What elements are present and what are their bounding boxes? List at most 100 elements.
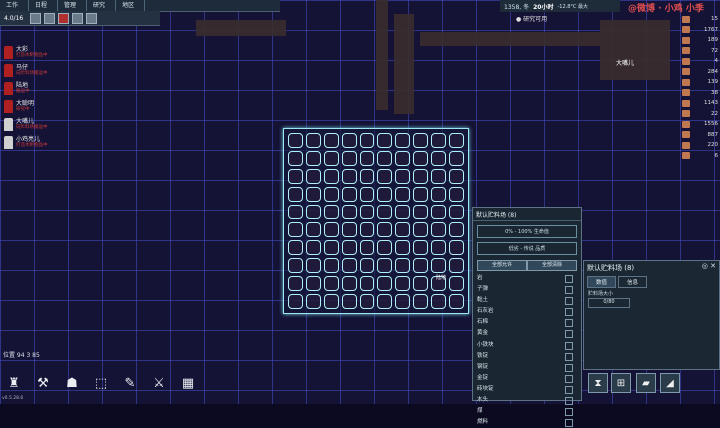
stockpile-cell[interactable] (377, 240, 393, 256)
paint-button[interactable]: ▰ (636, 373, 656, 393)
stockpile-cell[interactable] (288, 204, 303, 220)
speed-1-button[interactable] (44, 12, 56, 24)
item-checkbox[interactable] (565, 308, 573, 317)
stockpile-cell[interactable] (341, 186, 357, 202)
stockpile-cell[interactable] (431, 204, 447, 220)
list-item[interactable]: 石灰岩 (477, 306, 573, 317)
hitpoints-range-slider[interactable]: 0% - 100% 生命值 (477, 225, 577, 238)
stockpile-cell[interactable] (341, 133, 357, 148)
stockpile-cell[interactable] (395, 276, 411, 292)
stockpile-cell[interactable] (359, 276, 375, 292)
resource-row[interactable]: 284 (682, 67, 718, 78)
stockpile-cell[interactable] (395, 240, 411, 256)
resource-row[interactable]: 72 (682, 46, 718, 57)
item-checkbox[interactable] (565, 352, 573, 361)
stockpile-cell[interactable] (323, 222, 339, 238)
craft-icon[interactable]: ⚒ (34, 374, 52, 392)
stockpile-cell[interactable] (323, 168, 339, 184)
list-item[interactable]: 木头 (477, 395, 573, 406)
stockpile-cell[interactable] (305, 276, 321, 292)
stockpile-cell[interactable] (413, 204, 429, 220)
stockpile-cell[interactable] (413, 276, 429, 292)
castle-icon[interactable]: ♜ (5, 374, 23, 392)
stockpile-cell[interactable] (341, 240, 357, 256)
tab-info[interactable]: 信息 (618, 276, 648, 288)
menu-zones[interactable]: 地区 (116, 0, 146, 11)
list-item[interactable]: 金锭 (477, 373, 573, 384)
resource-row[interactable]: 887 (682, 130, 718, 141)
stockpile-cell[interactable] (395, 294, 411, 309)
stockpile-cell[interactable] (288, 168, 303, 184)
research-available[interactable]: ● 研究可用 (516, 14, 547, 23)
quality-range-slider[interactable]: 低劣 - 传说 品质 (477, 242, 577, 255)
item-checkbox[interactable] (565, 363, 573, 372)
stockpile-cell[interactable] (413, 150, 429, 166)
stockpile-cell[interactable] (413, 222, 429, 238)
menu-schedule[interactable]: 日程 (29, 0, 59, 11)
stockpile-cell[interactable] (413, 186, 429, 202)
stockpile-cell[interactable] (288, 133, 303, 148)
stockpile-cell[interactable] (359, 150, 375, 166)
stockpile-cell[interactable] (305, 150, 321, 166)
list-item[interactable]: 煤 (477, 406, 573, 417)
list-item[interactable]: 岩 (477, 273, 573, 284)
stockpile-cell[interactable] (288, 240, 303, 256)
colonist-entry[interactable]: 大嘴儿 向贮料场搬运中 (4, 118, 74, 135)
resource-row[interactable]: 38 (682, 88, 718, 99)
stockpile-cell[interactable] (341, 276, 357, 292)
menu-research[interactable]: 研究 (87, 0, 117, 11)
stockpile-cell[interactable] (288, 276, 303, 292)
resource-row[interactable]: 189 (682, 35, 718, 46)
resource-row[interactable]: 1556 (682, 119, 718, 130)
stockpile-cell[interactable] (377, 222, 393, 238)
stockpile-cell[interactable] (305, 186, 321, 202)
list-item[interactable]: 黄金 (477, 328, 573, 339)
item-checkbox[interactable] (565, 385, 573, 394)
list-item[interactable]: 砖块锭 (477, 384, 573, 395)
item-checkbox[interactable] (565, 374, 573, 383)
resource-row[interactable]: 139 (682, 77, 718, 88)
furniture-icon[interactable]: ☗ (63, 374, 81, 392)
stockpile-cell[interactable] (431, 186, 447, 202)
stockpile-cell[interactable] (431, 222, 447, 238)
orders-icon[interactable]: ✎ (121, 374, 139, 392)
stockpile-cell[interactable] (305, 222, 321, 238)
stockpile-cell[interactable] (305, 168, 321, 184)
stockpile-cell[interactable] (323, 133, 339, 148)
stockpile-cell[interactable] (377, 186, 393, 202)
brush-button[interactable]: ◢ (660, 373, 680, 393)
npc-label[interactable]: 大嘴儿 (616, 58, 634, 67)
stockpile-cell[interactable] (413, 258, 429, 274)
stockpile-cell[interactable] (395, 133, 411, 148)
resource-row[interactable]: 15 (682, 14, 718, 25)
menu-work[interactable]: 工作 (0, 0, 30, 11)
tab-stats[interactable]: 数值 (587, 276, 617, 288)
colonist-entry[interactable]: 小鸡亮儿 打造木制物品中 (4, 136, 74, 153)
stockpile-cell[interactable] (377, 258, 393, 274)
stockpile-cell[interactable] (377, 133, 393, 148)
resource-row[interactable]: 1767 (682, 25, 718, 36)
stockpile-cell[interactable] (323, 150, 339, 166)
pause-button[interactable] (30, 12, 42, 24)
stockpile-cell[interactable] (359, 204, 375, 220)
stockpile-cell[interactable] (449, 294, 464, 309)
stockpile-cell[interactable] (395, 150, 411, 166)
stockpile-cell[interactable] (377, 204, 393, 220)
stockpile-cell[interactable] (449, 276, 464, 292)
stockpile-cell[interactable] (413, 294, 429, 309)
stockpile-cell[interactable] (305, 240, 321, 256)
stockpile-cell[interactable] (323, 276, 339, 292)
stockpile-cell[interactable] (395, 258, 411, 274)
stockpile-cell[interactable] (449, 186, 464, 202)
item-checkbox[interactable] (565, 419, 573, 428)
clear-all-button[interactable]: 全部清除 (527, 260, 577, 271)
stockpile-cell[interactable] (359, 240, 375, 256)
stockpile-cell[interactable] (288, 294, 303, 309)
stockpile-cell[interactable] (413, 240, 429, 256)
allow-all-button[interactable]: 全部允许 (477, 260, 527, 271)
speed-2-button[interactable] (58, 12, 70, 24)
list-item[interactable]: 燃料 (477, 417, 573, 428)
stockpile-cell[interactable] (395, 186, 411, 202)
list-item[interactable]: 子弹 (477, 284, 573, 295)
unit-label[interactable]: 陆地 (436, 274, 446, 281)
